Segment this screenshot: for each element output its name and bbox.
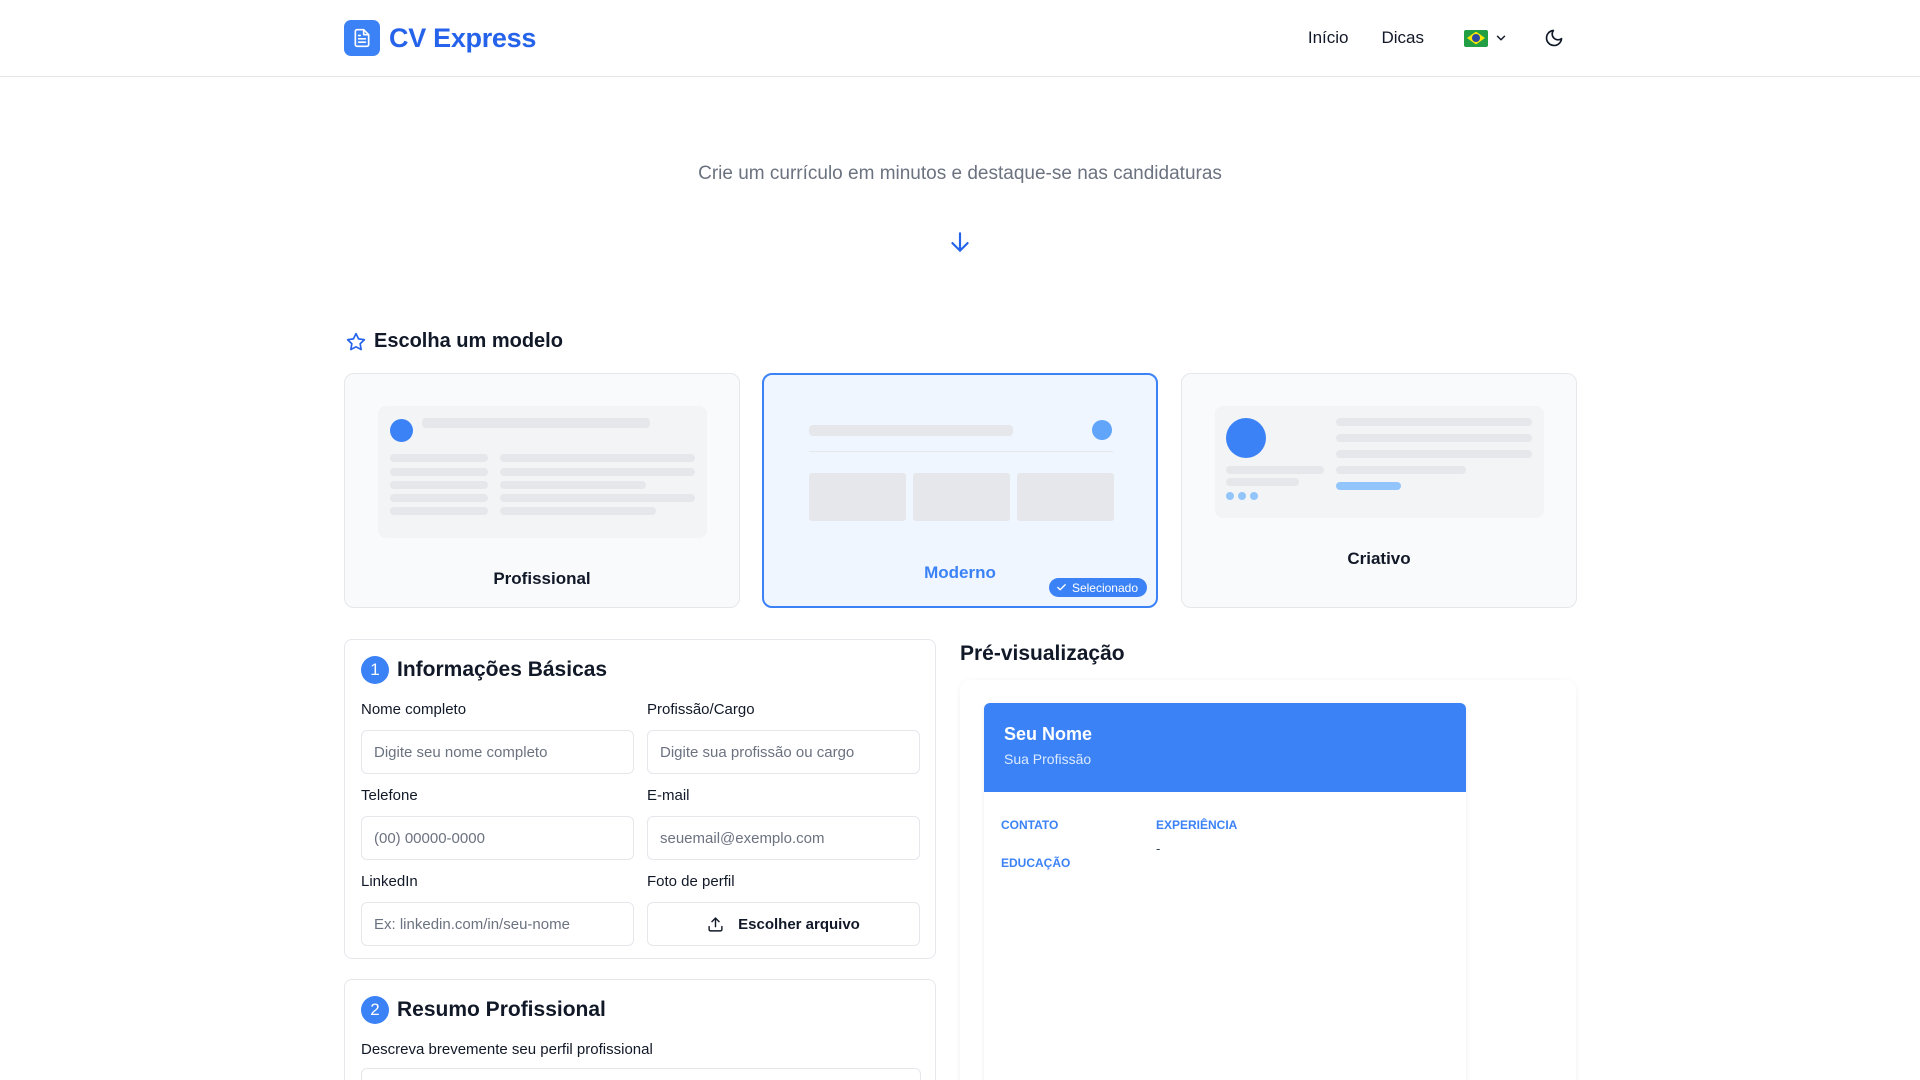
full-name-input[interactable]: [361, 730, 634, 774]
template-card-moderno[interactable]: Moderno Selecionado: [762, 373, 1158, 608]
summary-card: 2 Resumo Profissional Descreva brevement…: [344, 979, 936, 1080]
cv-experience-value: -: [1156, 841, 1161, 856]
name-label: Nome completo: [361, 701, 467, 718]
step-number: 2: [361, 996, 389, 1024]
template-thumbnail: [1215, 406, 1544, 518]
email-label: E-mail: [647, 787, 690, 804]
template-card-profissional[interactable]: Profissional: [344, 373, 740, 608]
check-icon: [1057, 584, 1066, 591]
chevron-down-icon: [1496, 35, 1506, 41]
upload-icon: [708, 916, 723, 932]
template-name: Criativo: [1347, 549, 1411, 568]
cv-section-contact: CONTATO: [1001, 818, 1059, 832]
cv-section-education: EDUCAÇÃO: [1001, 856, 1071, 870]
choose-file-button[interactable]: Escolher arquivo: [647, 902, 920, 946]
profession-label: Profissão/Cargo: [647, 701, 755, 718]
moon-icon: [1545, 29, 1563, 47]
profession-input[interactable]: [647, 730, 920, 774]
templates-heading: Escolha um modelo: [346, 330, 563, 353]
step-number: 1: [361, 656, 389, 684]
template-thumbnail: [378, 406, 707, 538]
cv-header: Seu Nome Sua Profissão: [984, 703, 1466, 792]
email-input[interactable]: [647, 816, 920, 860]
linkedin-label: LinkedIn: [361, 873, 418, 890]
star-icon: [346, 332, 366, 350]
summary-textarea[interactable]: [361, 1068, 921, 1080]
linkedin-input[interactable]: [361, 902, 634, 946]
cv-section-experience: EXPERIÊNCIA: [1156, 818, 1238, 832]
cv-profession: Sua Profissão: [1004, 751, 1092, 767]
selected-badge: Selecionado: [1048, 578, 1147, 597]
section-title: Informações Básicas: [397, 658, 608, 681]
language-selector[interactable]: [1464, 29, 1508, 47]
top-header: CV Express Início Dicas: [0, 0, 1920, 77]
phone-input[interactable]: [361, 816, 634, 860]
document-icon: [344, 20, 380, 56]
preview-title: Pré-visualização: [960, 642, 1125, 665]
summary-label: Descreva brevemente seu perfil profissio…: [361, 1041, 653, 1058]
basic-info-card: 1 Informações Básicas Nome completo Prof…: [344, 639, 936, 959]
brand-logo[interactable]: CV Express: [344, 20, 536, 56]
theme-toggle-button[interactable]: [1540, 24, 1568, 52]
cv-name: Seu Nome: [1004, 724, 1093, 744]
brand-name: CV Express: [389, 22, 537, 53]
nav-link-dicas[interactable]: Dicas: [1381, 28, 1424, 48]
phone-label: Telefone: [361, 787, 418, 804]
photo-label: Foto de perfil: [647, 873, 735, 890]
main-nav: Início Dicas: [1308, 22, 1568, 54]
template-name: Profissional: [493, 569, 591, 588]
brazil-flag-icon: [1464, 29, 1488, 47]
templates-title: Escolha um modelo: [374, 330, 563, 352]
scroll-down-arrow-icon[interactable]: [947, 229, 973, 255]
section-title: Resumo Profissional: [397, 998, 606, 1021]
preview-panel: Seu Nome Sua Profissão CONTATO EDUCAÇÃO …: [960, 680, 1576, 1080]
hero-subtitle: Crie um currículo em minutos e destaque-…: [698, 163, 1222, 184]
nav-link-inicio[interactable]: Início: [1308, 28, 1349, 48]
template-card-criativo[interactable]: Criativo: [1181, 373, 1577, 608]
cv-preview: Seu Nome Sua Profissão CONTATO EDUCAÇÃO …: [984, 703, 1466, 1080]
